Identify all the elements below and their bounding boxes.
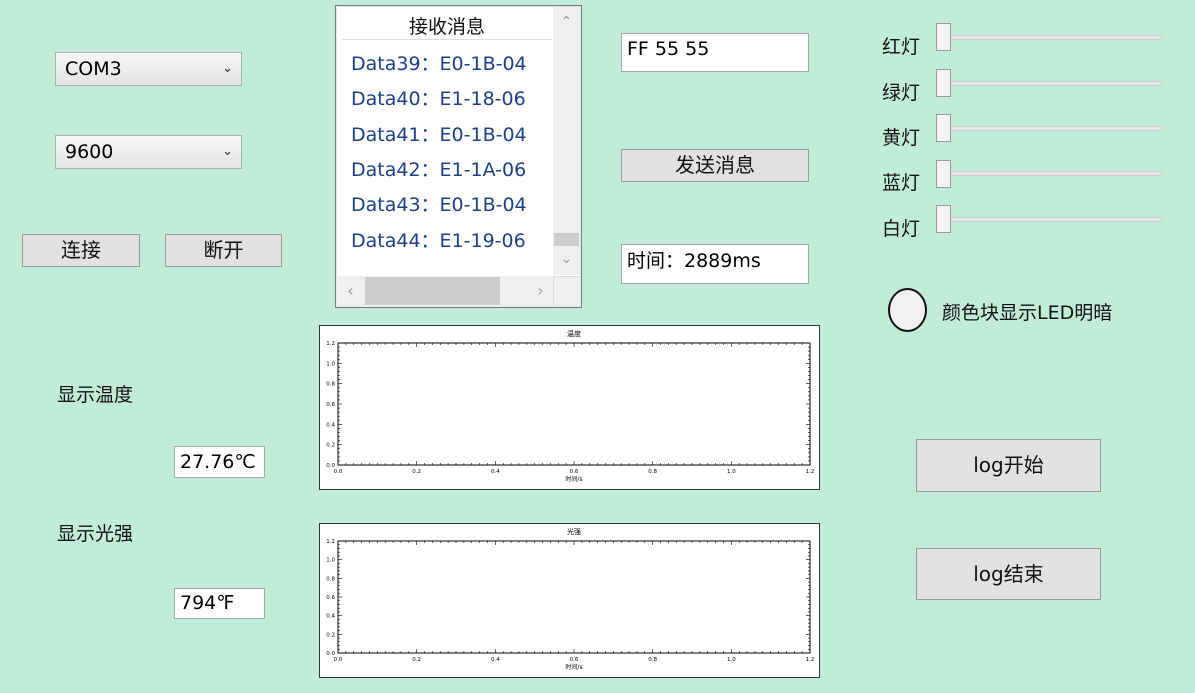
x-tick-label: 0.2 — [412, 469, 421, 475]
receive-listbox[interactable]: 接收消息 Data39：E0-1B-04 Data40：E1-18-06 Dat… — [335, 5, 582, 308]
light-chart: 光强 0.0 0.2 0.4 0.6 0.8 1.0 1.2 0.0 0.2 0.4 0.6 0.8 1.… — [319, 523, 820, 678]
x-tick-label: 0.4 — [491, 469, 500, 475]
blue-led-label: 蓝灯 — [882, 172, 921, 194]
baud-select-value: 9600 — [65, 141, 114, 163]
port-select-value: COM3 — [65, 58, 122, 80]
plot-area — [337, 540, 811, 654]
x-tick-label: 0.4 — [491, 657, 500, 663]
scrollbar-corner — [553, 276, 580, 306]
y-tick-label: 0.0 — [326, 651, 335, 657]
y-tick-label: 0.4 — [326, 422, 335, 428]
time-display: 时间：2889ms — [621, 244, 809, 284]
x-tick-label: 1.2 — [806, 657, 815, 663]
scroll-left-icon[interactable]: ‹ — [337, 276, 364, 306]
scroll-up-icon[interactable]: ⌃ — [553, 7, 580, 37]
disconnect-button[interactable]: 断开 — [165, 234, 282, 267]
y-tick-label: 0.2 — [326, 632, 335, 638]
list-item[interactable]: Data39：E0-1B-04 — [351, 49, 527, 76]
list-item[interactable]: Data43：E0-1B-04 — [351, 190, 527, 217]
x-axis-label: 时间/s — [565, 663, 582, 671]
white-led-slider-track[interactable] — [943, 217, 1162, 222]
red-led-slider-track[interactable] — [943, 35, 1162, 40]
connect-button[interactable]: 连接 — [22, 234, 140, 267]
send-input[interactable]: FF 55 55 — [621, 33, 809, 72]
y-tick-label: 0.2 — [326, 443, 335, 449]
log-end-button[interactable]: log结束 — [916, 548, 1101, 600]
chart-title: 温度 — [567, 329, 581, 338]
green-led-label: 绿灯 — [882, 82, 921, 104]
red-led-slider[interactable] — [936, 23, 951, 51]
x-tick-label: 0.2 — [412, 657, 421, 663]
red-led-label: 红灯 — [882, 36, 921, 58]
x-tick-label: 1.0 — [727, 469, 736, 475]
temperature-label: 显示温度 — [57, 384, 134, 406]
x-tick-label: 1.0 — [727, 657, 736, 663]
list-item[interactable]: Data40：E1-18-06 — [351, 84, 526, 111]
yellow-led-slider[interactable] — [936, 114, 951, 142]
vertical-scroll-thumb[interactable] — [554, 233, 579, 246]
send-button[interactable]: 发送消息 — [621, 149, 809, 182]
led-color-block-label: 颜色块显示LED明暗 — [942, 302, 1113, 324]
x-tick-label: 1.2 — [806, 469, 815, 475]
chevron-down-icon: ⌄ — [222, 144, 233, 159]
temperature-chart: 温度 0.0 0.2 0.4 0.6 0.8 1.0 1.2 0.0 0.2 0.4 0.6 0.8 1.… — [319, 325, 820, 490]
temperature-chart-svg: 温度 0.0 0.2 0.4 0.6 0.8 1.0 1.2 0.0 0.2 0.4 0.6 0.8 1.… — [326, 329, 815, 483]
yellow-led-slider-track[interactable] — [943, 126, 1162, 131]
y-tick-label: 0.4 — [326, 614, 335, 620]
plot-area — [337, 342, 811, 466]
y-tick-label: 0.0 — [326, 463, 335, 469]
chevron-down-icon: ⌄ — [222, 61, 233, 76]
x-tick-label: 0.8 — [648, 469, 657, 475]
y-tick-label: 0.6 — [326, 595, 335, 601]
white-led-slider[interactable] — [936, 205, 951, 233]
chart-title: 光强 — [567, 527, 581, 536]
blue-led-slider[interactable] — [936, 160, 951, 188]
scroll-right-icon[interactable]: › — [527, 276, 554, 306]
x-tick-label: 0.0 — [334, 469, 343, 475]
x-tick-label: 0.0 — [334, 657, 343, 663]
x-tick-label: 0.8 — [648, 657, 657, 663]
port-select[interactable]: COM3 ⌄ — [55, 52, 242, 86]
y-tick-label: 0.8 — [326, 382, 335, 388]
green-led-slider-track[interactable] — [943, 81, 1162, 86]
scroll-down-icon[interactable]: ⌄ — [553, 247, 580, 275]
y-tick-label: 1.2 — [326, 539, 335, 545]
yellow-led-label: 黄灯 — [882, 127, 921, 149]
y-tick-label: 1.0 — [326, 558, 335, 564]
y-tick-label: 1.2 — [326, 341, 335, 347]
blue-led-slider-track[interactable] — [943, 171, 1162, 176]
x-tick-label: 0.6 — [570, 657, 579, 663]
log-start-button[interactable]: log开始 — [916, 439, 1101, 492]
white-led-label: 白灯 — [882, 218, 921, 240]
list-item[interactable]: Data42：E1-1A-06 — [351, 155, 526, 182]
led-color-indicator — [888, 288, 927, 332]
x-axis-label: 时间/s — [565, 475, 582, 483]
y-tick-label: 1.0 — [326, 361, 335, 367]
list-item[interactable]: Data44：E1-19-06 — [351, 226, 526, 253]
green-led-slider[interactable] — [936, 69, 951, 97]
horizontal-scrollbar[interactable]: ‹ › — [337, 276, 553, 306]
light-label: 显示光强 — [57, 523, 134, 545]
receive-list-header: 接收消息 — [342, 12, 552, 40]
vertical-scrollbar[interactable]: ⌃ ⌄ — [553, 7, 580, 275]
y-tick-label: 0.8 — [326, 576, 335, 582]
x-tick-label: 0.6 — [570, 469, 579, 475]
y-tick-label: 0.6 — [326, 402, 335, 408]
list-item[interactable]: Data41：E0-1B-04 — [351, 120, 527, 147]
light-chart-svg: 光强 0.0 0.2 0.4 0.6 0.8 1.0 1.2 0.0 0.2 0.4 0.6 0.8 1.… — [326, 527, 815, 671]
baud-select[interactable]: 9600 ⌄ — [55, 135, 242, 169]
temperature-value: 27.76℃ — [174, 446, 265, 478]
light-value: 794℉ — [174, 588, 265, 619]
horizontal-scroll-thumb[interactable] — [365, 277, 500, 305]
